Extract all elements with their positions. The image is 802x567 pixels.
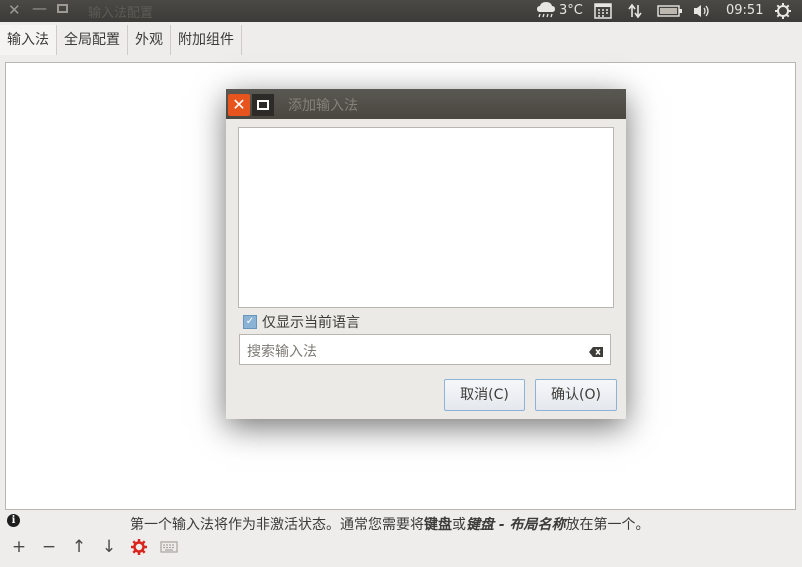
dialog-title: 添加输入法 [288,98,358,114]
info-message: 第一个输入法将作为非激活状态。通常您需要将键盘或键盘 - 布局名称放在第一个。 [130,517,650,533]
battery-icon[interactable] [657,4,683,18]
remove-icon[interactable]: − [38,536,60,558]
ok-button[interactable]: 确认(O) [535,379,617,411]
move-up-icon[interactable]: ↑ [68,536,90,558]
window-minimize-icon[interactable]: — [32,0,47,17]
cancel-button[interactable]: 取消(C) [444,379,525,411]
move-down-icon[interactable]: ↓ [98,536,120,558]
gear-icon[interactable] [128,536,150,558]
dialog-close-icon[interactable]: ✕ [228,94,250,116]
tab-global-config[interactable]: 全局配置 [57,25,128,55]
keyboard-icon[interactable] [158,536,180,558]
tab-appearance[interactable]: 外观 [128,25,171,55]
show-current-language-label[interactable]: 仅显示当前语言 [262,312,360,332]
power-gear-icon[interactable] [774,2,792,20]
tab-addons[interactable]: 附加组件 [171,25,242,55]
clear-search-icon[interactable] [588,343,604,362]
network-arrows-icon[interactable] [627,3,643,19]
top-panel: ✕ — 输入法配置 3°C 09:51 [0,0,802,22]
window-title: 输入法配置 [88,6,154,21]
tab-input-method[interactable]: 输入法 [0,25,57,55]
search-input[interactable]: 搜索输入法 [239,334,611,365]
tab-bar: 输入法 全局配置 外观 附加组件 [0,25,242,55]
temperature[interactable]: 3°C [559,3,583,18]
window-maximize-icon[interactable] [57,4,68,13]
dialog-maximize-icon[interactable] [252,94,274,116]
add-icon[interactable]: + [8,536,30,558]
volume-icon[interactable] [692,3,712,19]
add-input-method-dialog: ✕ 添加输入法 ✓ 仅显示当前语言 搜索输入法 取消(C) 确认(O) [226,89,626,419]
show-current-language-checkbox[interactable]: ✓ [243,315,257,329]
dialog-titlebar: ✕ 添加输入法 [226,89,626,119]
info-icon: i [7,514,20,527]
cloud-rain-icon[interactable] [536,1,556,20]
window-close-icon[interactable]: ✕ [8,1,21,19]
search-placeholder: 搜索输入法 [247,344,317,360]
calendar-icon[interactable] [594,3,612,19]
available-input-methods-list[interactable] [238,127,614,308]
clock[interactable]: 09:51 [726,3,763,18]
